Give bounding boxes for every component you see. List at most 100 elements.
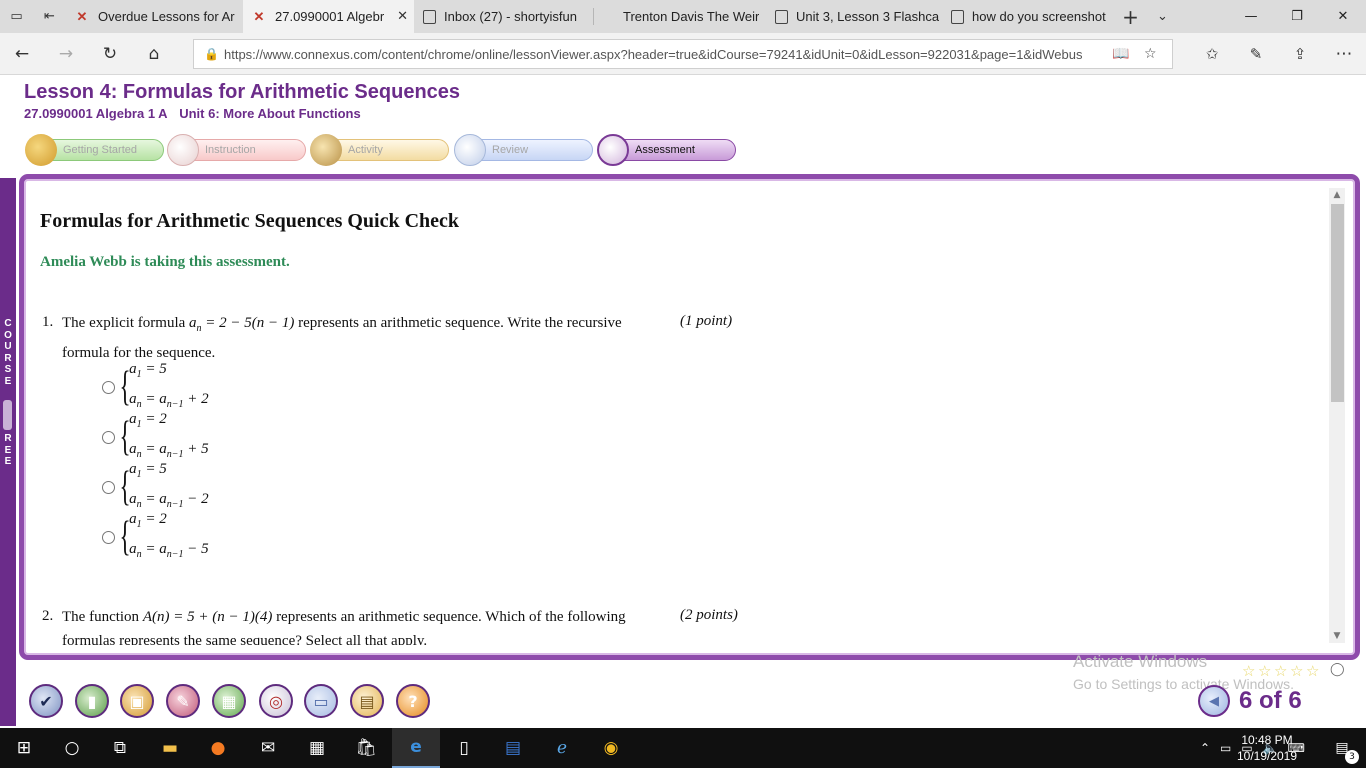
calculator-tool-icon[interactable]: ▦ (212, 684, 246, 718)
mail-icon[interactable]: ✉ (244, 728, 292, 768)
print-tool-icon[interactable]: ▤ (350, 684, 384, 718)
windows-start-icon[interactable]: ⊞ (0, 728, 48, 768)
scroll-up-arrow-icon[interactable]: ▲ (1329, 188, 1345, 202)
question-points: (1 point) (680, 313, 733, 329)
cortana-icon[interactable]: ○ (48, 728, 96, 768)
assessment-content: Formulas for Arithmetic Sequences Quick … (29, 186, 1327, 645)
rating-star-icon[interactable]: ☆ (1258, 662, 1271, 680)
back-arrow-icon[interactable]: ← (0, 33, 44, 75)
edge-icon[interactable]: e (392, 728, 440, 768)
lesson-title: Lesson 4: Formulas for Arithmetic Sequen… (24, 81, 461, 103)
more-menu-icon[interactable]: ⋯ (1322, 33, 1366, 75)
calculator-icon[interactable]: ▦ (293, 728, 341, 768)
pen-icon[interactable]: ✎ (1234, 33, 1278, 75)
target-tool-icon[interactable]: ◎ (259, 684, 293, 718)
internet-explorer-icon[interactable]: ℯ (538, 728, 586, 768)
previous-page-icon[interactable]: ◀ (1198, 685, 1230, 717)
instruction-icon (167, 134, 199, 166)
favorite-star-icon[interactable]: ☆ (1144, 46, 1157, 62)
course-tree-handle[interactable] (3, 400, 12, 430)
refresh-icon[interactable]: ↻ (88, 33, 132, 75)
scroll-thumb[interactable] (1331, 204, 1344, 402)
comment-icon[interactable]: ◯ (1330, 662, 1345, 677)
book-tool-icon[interactable]: ▮ (75, 684, 109, 718)
action-center-icon[interactable]: ▤ 3 (1318, 728, 1366, 768)
tab-actions-icon[interactable]: ▭ (0, 0, 33, 33)
question-number: 2. (42, 608, 54, 624)
step-activity[interactable]: Activity (310, 134, 449, 166)
file-explorer-icon[interactable]: ▬ (146, 728, 194, 768)
battery-icon[interactable]: ▭ (1220, 741, 1231, 755)
share-icon[interactable]: ⇪ (1278, 33, 1322, 75)
word-icon[interactable]: ▤ (489, 728, 537, 768)
rating-star-icon[interactable]: ☆ (1290, 662, 1303, 680)
radio-button[interactable] (102, 380, 115, 394)
browser-tab-active[interactable]: ✕ 27.0990001 Algebr ✕ (243, 0, 414, 33)
browser-tab[interactable]: how do you screenshot (943, 0, 1113, 33)
forward-arrow-icon[interactable]: → (44, 33, 88, 75)
navigation-bar: ← → ↻ ⌂ 🔒 https://www.connexus.com/conte… (0, 33, 1366, 75)
content-scrollbar[interactable]: ▲ ▼ (1329, 188, 1345, 643)
pin-tool-icon[interactable]: ✎ (166, 684, 200, 718)
browser-tab[interactable]: Trenton Davis The Weir (615, 0, 767, 33)
browser-tab[interactable]: ✕ Overdue Lessons for Ar (66, 0, 242, 33)
page-indicator: ◀ 6 of 6 (1198, 685, 1302, 717)
browser-tab[interactable]: Inbox (27) - shortyisfun (415, 0, 591, 33)
help-tool-icon[interactable]: ? (396, 684, 430, 718)
taskbar-clock[interactable]: 10:48 PM 10/19/2019 (1232, 732, 1302, 764)
rating-star-icon[interactable]: ☆ (1242, 662, 1255, 680)
explicit-formula: an = 2 − 5(n − 1) (189, 315, 295, 334)
store-icon[interactable]: 🛍 (342, 728, 390, 768)
answer-option[interactable]: { a1 = 5 an = an−1 − 2 (102, 461, 262, 511)
chrome-icon[interactable]: ◉ (587, 728, 635, 768)
course-name: 27.0990001 Algebra 1 A (24, 106, 168, 121)
minimize-icon[interactable]: — (1228, 0, 1274, 33)
quick-check-title: Formulas for Arithmetic Sequences Quick … (40, 210, 460, 232)
unit-name: Unit 6: More About Functions (179, 106, 361, 121)
address-bar[interactable]: 🔒 https://www.connexus.com/content/chrom… (193, 39, 1173, 69)
activate-windows-watermark: Activate Windows (1073, 652, 1208, 671)
backpack-tool-icon[interactable]: ▣ (120, 684, 154, 718)
close-icon[interactable]: ✕ (397, 8, 408, 24)
url-text[interactable]: https://www.connexus.com/content/chrome/… (224, 47, 1104, 62)
brace: { (119, 364, 131, 410)
restore-icon[interactable]: ❐ (1274, 0, 1320, 33)
answer-option[interactable]: { a1 = 2 an = an−1 + 5 (102, 411, 262, 461)
radio-button[interactable] (102, 480, 115, 494)
brace: { (119, 414, 131, 460)
set-tabs-aside-icon[interactable]: ⇤ (33, 0, 66, 33)
chevron-down-icon[interactable]: ⌄ (1146, 0, 1179, 33)
browser-tab[interactable]: Unit 3, Lesson 3 Flashca (767, 0, 943, 33)
recursive-system: a1 = 2 an = an−1 − 5 (129, 511, 209, 560)
step-review[interactable]: Review (454, 134, 593, 166)
step-assessment[interactable]: Assessment (597, 134, 736, 166)
course-tree-tab[interactable]: COURSETREE (0, 178, 16, 726)
radio-button[interactable] (102, 430, 115, 444)
reading-view-icon[interactable]: 📖 (1112, 46, 1129, 62)
answer-option[interactable]: { a1 = 5 an = an−1 + 2 (102, 361, 262, 411)
rating-star-icon[interactable]: ☆ (1274, 662, 1287, 680)
page-icon (951, 9, 964, 24)
chevron-up-icon[interactable]: ⌃ (1200, 741, 1210, 755)
firefox-icon[interactable]: ● (194, 728, 242, 768)
checkmark-tool-icon[interactable]: ✔ (29, 684, 63, 718)
lesson-subtitle: 27.0990001 Algebra 1 A Unit 6: More Abou… (24, 106, 369, 121)
step-instruction[interactable]: Instruction (167, 134, 306, 166)
page-icon (775, 9, 788, 24)
scroll-down-arrow-icon[interactable]: ▼ (1329, 629, 1345, 643)
rating-star-icon[interactable]: ☆ (1306, 662, 1319, 680)
radio-button[interactable] (102, 530, 115, 544)
new-tab-plus-icon[interactable]: + (1114, 0, 1147, 33)
step-getting-started[interactable]: Getting Started (25, 134, 164, 166)
browser-tab-bar: ▭ ⇤ ✕ Overdue Lessons for Ar ✕ 27.099000… (0, 0, 1366, 33)
home-icon[interactable]: ⌂ (132, 33, 176, 75)
connexus-icon: ✕ (76, 8, 88, 24)
function-formula: A(n) = 5 + (n − 1)(4) (142, 609, 273, 625)
task-view-icon[interactable]: ⧉ (96, 728, 144, 768)
notepad-icon[interactable]: ▯ (440, 728, 488, 768)
screen-tool-icon[interactable]: ▭ (304, 684, 338, 718)
close-window-icon[interactable]: ✕ (1320, 0, 1366, 33)
favorites-icon[interactable]: ✩ (1190, 33, 1234, 75)
clock-time: 10:48 PM (1241, 733, 1293, 747)
answer-option[interactable]: { a1 = 2 an = an−1 − 5 (102, 511, 262, 561)
